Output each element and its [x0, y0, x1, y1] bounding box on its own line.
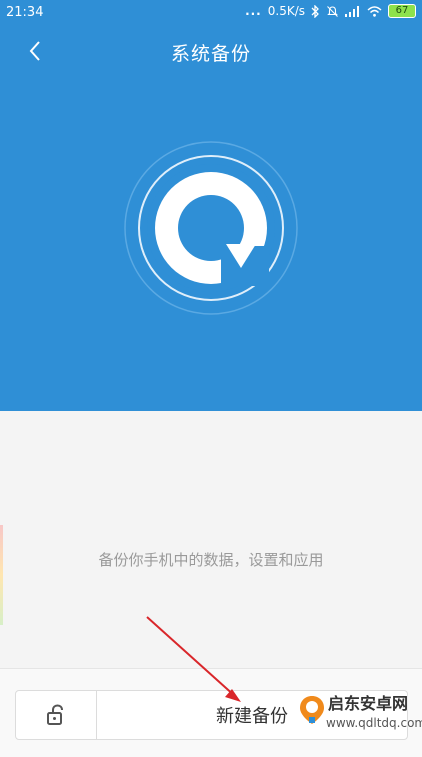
- mute-icon: [327, 5, 338, 17]
- watermark-url: www.qdltdq.com: [326, 716, 422, 730]
- backup-description: 备份你手机中的数据，设置和应用: [98, 551, 324, 569]
- title-bar: 系统备份: [0, 26, 422, 76]
- site-watermark: 启东安卓网 www.qdltdq.com: [298, 686, 422, 752]
- page-title: 系统备份: [170, 43, 251, 65]
- watermark-logo-icon: [300, 696, 324, 724]
- status-icons: ... 0.5K/s 67: [245, 4, 416, 18]
- battery-icon: 67: [388, 4, 416, 18]
- watermark-title: 启东安卓网: [328, 694, 409, 713]
- bluetooth-icon: [311, 4, 319, 18]
- backup-logo: [123, 140, 299, 316]
- wifi-icon: [367, 5, 382, 17]
- net-speed: 0.5K/s: [267, 4, 305, 18]
- encrypt-toggle-button[interactable]: [16, 691, 97, 739]
- unlock-icon: [47, 704, 63, 725]
- more-dots-icon: ...: [245, 4, 262, 18]
- status-time: 21:34: [6, 5, 44, 20]
- backup-refresh-icon: [124, 141, 298, 315]
- status-bar: 21:34 ... 0.5K/s 67: [0, 0, 422, 26]
- left-edge-accent: [0, 525, 3, 625]
- signal-icon: [345, 5, 359, 17]
- hero-banner: 21:34 ... 0.5K/s 67 系统备份: [0, 0, 422, 411]
